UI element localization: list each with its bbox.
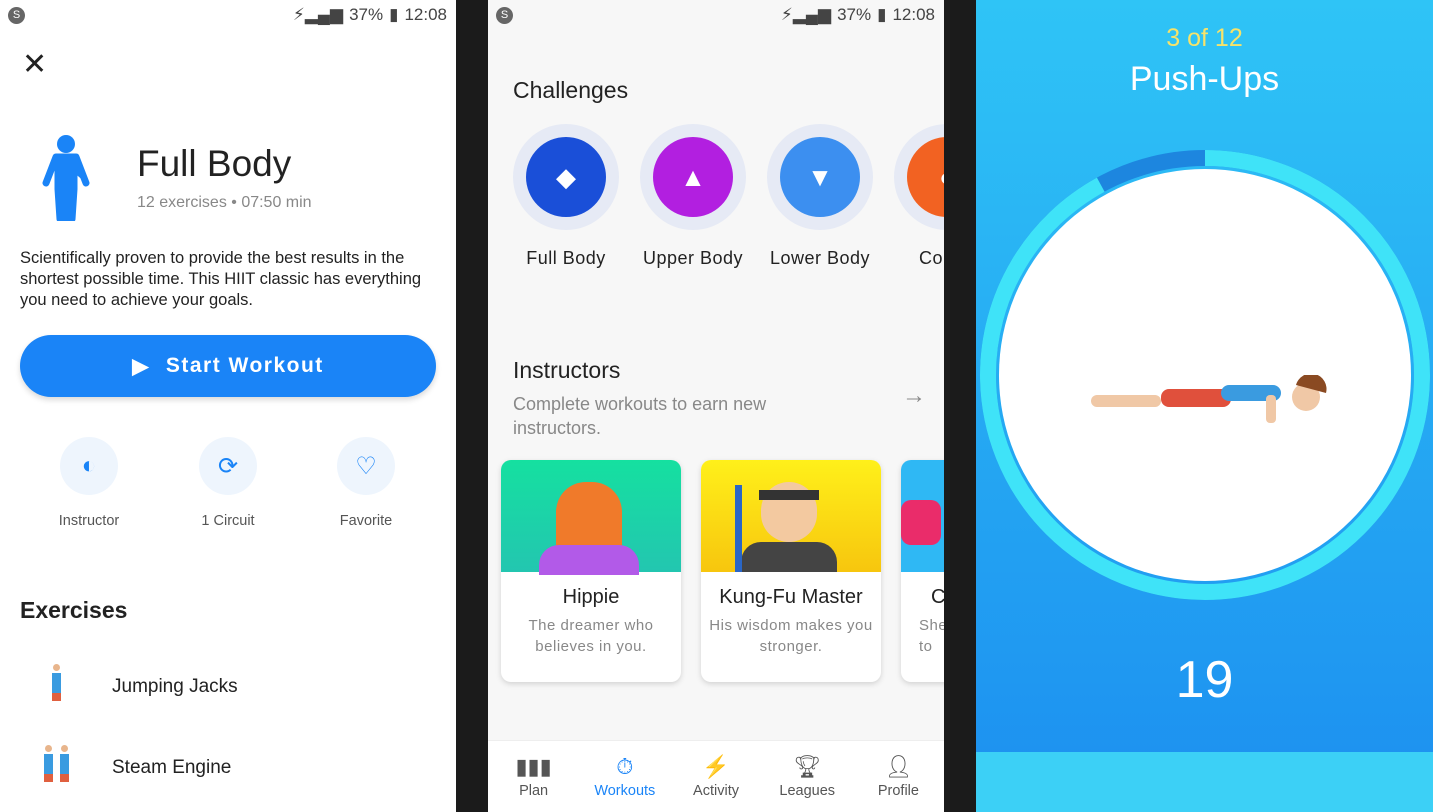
challenge-upper-body[interactable]: ▲ Upper Body [640,124,746,268]
exercise-name: Steam Engine [112,757,232,778]
push-up-illustration [1091,375,1327,423]
circle-icon: ● [907,137,944,217]
nav-plan[interactable]: ▮▮▮ Plan [488,741,579,812]
nav-activity[interactable]: ⚡ Activity [670,741,761,812]
nav-leagues[interactable]: 🏆︎ Leagues [762,741,853,812]
exercise-name: Push-Ups [1129,60,1280,98]
refresh-icon: ⟳ [199,437,257,495]
steam-engine-illustration [20,738,92,798]
wifi-signal-icon: ⚡︎▂▄▆ [292,5,344,24]
instructor-name: Hippie [562,586,620,608]
nav-profile[interactable]: 👤︎ Profile [853,741,944,812]
instructor-button[interactable]: ◐ Instructor [29,437,149,529]
exercise-item[interactable]: Jumping Jacks [20,657,238,717]
instructor-card-hippie[interactable]: Hippie The dreamer who believes in you. [501,460,681,682]
circuit-button[interactable]: ⟳ 1 Circuit [168,437,288,529]
instructor-description: His wisdom makes you stronger. [709,617,873,655]
trophy-icon: 🏆︎ [793,754,822,779]
instructor-card-partial[interactable]: C She to [901,460,944,682]
exercise-player-screen: 3 of 12 Push-Ups 19 [976,0,1433,812]
status-bar: S ⚡︎▂▄▆ 37% ▮ 12:08 [488,0,944,32]
favorite-button[interactable]: ♡ Favorite [306,437,426,529]
nav-label: Activity [693,783,739,799]
exercise-name: Jumping Jacks [112,676,238,697]
rep-count: 19 [1175,651,1234,709]
battery-percent: 37% [349,5,384,24]
workout-title: Full Body [137,143,292,184]
app-notification-icon: S [496,7,513,24]
clock: 12:08 [404,5,447,24]
workout-subtitle: 12 exercises • 07:50 min [137,194,312,211]
challenge-label: Full Body [526,248,606,268]
instructor-card-kung-fu-master[interactable]: Kung-Fu Master His wisdom makes you stron… [701,460,881,682]
instructor-description: She to [919,617,944,655]
exercise-item[interactable]: Steam Engine [20,738,231,798]
instructor-description: The dreamer who believes in you. [528,617,654,655]
nav-label: Profile [877,783,919,799]
instructor-name: C [931,586,944,608]
instructor-label: Instructor [58,513,120,529]
kung-fu-master-illustration [701,460,881,572]
bottom-navigation: ▮▮▮ Plan ⏱ Workouts ⚡ Activity 🏆︎ Leagues 👤︎… [488,740,944,812]
start-workout-button[interactable]: ▶ Start Workout [20,335,436,397]
hippie-illustration [501,460,681,575]
clock: 12:08 [892,5,935,24]
workout-detail-screen: S ⚡︎▂▄▆ 37% ▮ 12:08 ✕ Full Body 12 exercise… [0,0,456,812]
play-icon: ▶ [132,354,150,378]
challenge-label: Upper Body [642,248,744,268]
exercises-heading: Exercises [20,597,128,623]
stopwatch-icon: ⏱ [616,754,634,779]
nav-label: Leagues [779,783,836,799]
battery-percent: 37% [837,5,872,24]
full-body-figure-icon [42,135,90,221]
diamond-icon: ◆ [526,137,606,217]
exercise-progress-label: 3 of 12 [1166,24,1243,52]
instructors-subtitle: Complete workouts to earn new instructor… [513,394,767,438]
nav-label: Workouts [594,783,656,799]
favorite-label: Favorite [339,513,393,529]
person-icon: 👤︎ [884,754,913,779]
instructor-illustration [901,460,944,572]
visor-icon: ◐ [60,437,118,495]
nav-label: Plan [519,783,549,799]
close-icon[interactable]: ✕ [22,50,47,80]
wifi-signal-icon: ⚡︎▂▄▆ [780,5,832,24]
challenge-lower-body[interactable]: ▼ Lower Body [767,124,873,268]
challenge-full-body[interactable]: ◆ Full Body [513,124,619,268]
instructor-name: Kung-Fu Master [719,586,863,608]
status-bar: S ⚡︎▂▄▆ 37% ▮ 12:08 [0,0,456,32]
app-notification-icon: S [8,7,25,24]
battery-icon: ▮ [389,5,399,24]
challenge-core[interactable]: ● Co [894,124,944,268]
instructors-heading: Instructors [513,357,621,383]
nav-workouts[interactable]: ⏱ Workouts [579,741,670,812]
challenge-label: Co [919,248,944,268]
challenge-label: Lower Body [769,248,871,268]
lightning-icon: ⚡ [702,754,730,779]
start-workout-label: Start Workout [165,354,324,377]
heart-icon: ♡ [337,437,395,495]
workout-description: Scientifically proven to provide the bes… [20,249,422,309]
circuit-label: 1 Circuit [201,513,255,529]
workouts-screen: S ⚡︎▂▄▆ 37% ▮ 12:08 Challenges ◆ Full Body ▲… [488,0,944,812]
challenges-heading: Challenges [513,77,629,103]
arrow-right-icon[interactable]: → [902,382,926,410]
battery-icon: ▮ [877,5,887,24]
triangle-up-icon: ▲ [653,137,733,217]
plan-icon: ▮▮▮ [515,754,552,779]
triangle-down-icon: ▼ [780,137,860,217]
bottom-progress-bar [976,752,1433,812]
jumping-jacks-illustration [20,657,92,717]
